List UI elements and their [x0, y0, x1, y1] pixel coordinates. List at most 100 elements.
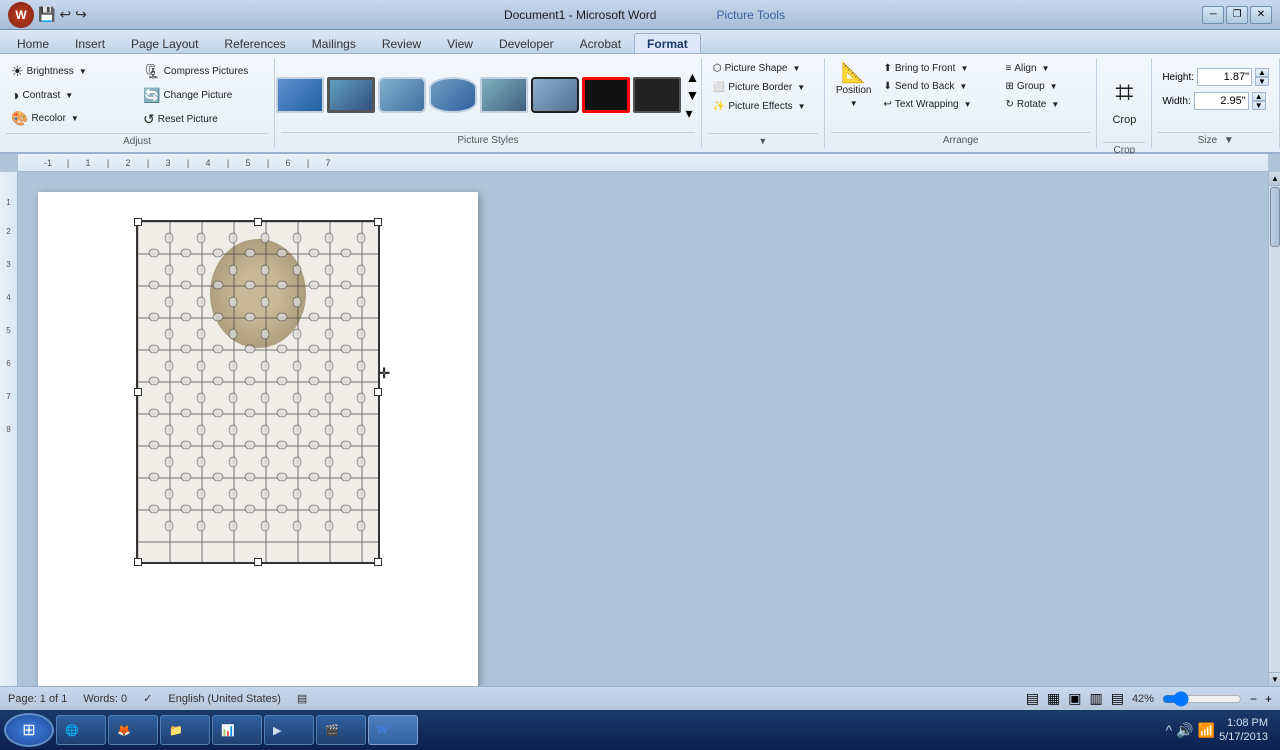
pic-style-5[interactable] — [480, 77, 528, 113]
recolor-btn[interactable]: 🎨 Recolor ▼ — [6, 107, 136, 130]
tab-review[interactable]: Review — [369, 33, 434, 53]
scroll-down-arrow[interactable]: ▼ — [1269, 672, 1280, 686]
volume-icon[interactable]: 🔊 — [1176, 722, 1193, 739]
title-bar: W 💾 ↩ ↪ Document1 - Microsoft Word Pictu… — [0, 0, 1280, 30]
pic-style-4[interactable] — [429, 77, 477, 113]
handle-bl[interactable] — [134, 558, 142, 566]
styles-expand[interactable]: ▾ — [685, 105, 701, 121]
chrome-icon: 🌐 — [65, 724, 79, 737]
reset-picture-btn[interactable]: ↺ Reset Picture — [138, 108, 268, 131]
work-area: -1 | 1 | 2 | 3 | 4 | 5 | 6 | 7 — [0, 154, 1280, 686]
brightness-icon: ☀ — [11, 63, 24, 80]
undo-quick-btn[interactable]: ↩ — [59, 6, 71, 23]
styles-scroll-down[interactable]: ▼ — [685, 87, 701, 103]
change-picture-btn[interactable]: 🔄 Change Picture — [138, 84, 268, 107]
pic-style-2[interactable] — [327, 77, 375, 113]
page-content: ✛ — [18, 172, 1268, 686]
picture-effects-btn[interactable]: ✨ Picture Effects ▼ — [708, 98, 818, 115]
tab-pagelayout[interactable]: Page Layout — [118, 33, 211, 53]
tab-references[interactable]: References — [211, 33, 298, 53]
position-btn[interactable]: 📐 Position ▼ — [831, 60, 877, 111]
picture-border-btn[interactable]: ⬜ Picture Border ▼ — [708, 79, 818, 96]
handle-tc[interactable] — [254, 218, 262, 226]
picture-shape-btn[interactable]: ⬡ Picture Shape ▼ — [708, 60, 818, 77]
tab-insert[interactable]: Insert — [62, 33, 118, 53]
pic-style-7[interactable] — [582, 77, 630, 113]
width-up-btn[interactable]: ▲ — [1252, 92, 1266, 101]
handle-br[interactable] — [374, 558, 382, 566]
pic-style-3[interactable] — [378, 77, 426, 113]
zoom-level: 42% — [1132, 693, 1154, 705]
rotate-btn[interactable]: ↻ Rotate ▼ — [1000, 96, 1090, 113]
view-btn-1[interactable]: ▤ — [1026, 690, 1039, 707]
height-input[interactable] — [1197, 68, 1252, 86]
handle-ml[interactable] — [134, 388, 142, 396]
bring-front-icon: ⬆ — [883, 63, 891, 74]
scroll-thumb[interactable] — [1270, 187, 1280, 247]
group-btn[interactable]: ⊞ Group ▼ — [1000, 78, 1090, 95]
position-icon: 📐 — [841, 63, 866, 83]
change-pic-icon: 🔄 — [143, 87, 160, 104]
tab-format[interactable]: Format — [634, 33, 701, 53]
zoom-out-btn[interactable]: − — [1250, 692, 1257, 706]
tab-developer[interactable]: Developer — [486, 33, 567, 53]
compress-btn[interactable]: 🗜 Compress Pictures — [138, 60, 268, 83]
zoom-slider[interactable] — [1162, 691, 1242, 707]
bring-front-btn[interactable]: ⬆ Bring to Front ▼ — [878, 60, 998, 77]
width-input[interactable] — [1194, 92, 1249, 110]
view-btn-3[interactable]: ▣ — [1068, 690, 1081, 707]
text-wrap-icon: ↩ — [883, 99, 891, 110]
minimize-btn[interactable]: ─ — [1202, 6, 1224, 24]
tab-home[interactable]: Home — [4, 33, 62, 53]
scroll-up-arrow[interactable]: ▲ — [1269, 172, 1280, 186]
save-quick-btn[interactable]: 💾 — [38, 6, 55, 23]
view-btn-4[interactable]: ▥ — [1089, 690, 1102, 707]
tab-acrobat[interactable]: Acrobat — [567, 33, 634, 53]
compress-icon: 🗜 — [143, 63, 161, 80]
view-btn-2[interactable]: ▦ — [1047, 690, 1060, 707]
picture-shape-content: ⬡ Picture Shape ▼ ⬜ Picture Border ▼ ✨ P… — [708, 60, 818, 131]
crop-btn[interactable]: ⌗ Crop — [1103, 60, 1145, 140]
pic-style-8[interactable] — [633, 77, 681, 113]
height-spinners: ▲ ▼ — [1255, 68, 1269, 86]
brightness-btn[interactable]: ☀ Brightness ▼ — [6, 60, 136, 83]
office-button[interactable]: W — [8, 2, 34, 28]
reset-pic-icon: ↺ — [143, 111, 155, 128]
tray-up-arrow[interactable]: ^ — [1166, 722, 1173, 738]
spell-check-icon[interactable]: ✓ — [143, 692, 152, 705]
pic-style-6[interactable] — [531, 77, 579, 113]
start-button[interactable]: ⊞ — [4, 713, 54, 747]
arrange-content: 📐 Position ▼ ⬆ Bring to Front ▼ ⬇ — [831, 60, 1091, 130]
tab-mailings[interactable]: Mailings — [299, 33, 369, 53]
send-back-btn[interactable]: ⬇ Send to Back ▼ — [878, 78, 998, 95]
handle-mr[interactable] — [374, 388, 382, 396]
width-down-btn[interactable]: ▼ — [1252, 101, 1266, 110]
redo-quick-btn[interactable]: ↪ — [75, 6, 87, 23]
title-bar-left: W 💾 ↩ ↪ — [8, 2, 87, 28]
handle-tl[interactable] — [134, 218, 142, 226]
styles-scroll-up[interactable]: ▲ — [685, 69, 701, 85]
height-up-btn[interactable]: ▲ — [1255, 68, 1269, 77]
words-status: Words: 0 — [83, 693, 127, 705]
restore-btn[interactable]: ❐ — [1226, 6, 1248, 24]
contrast-btn[interactable]: ◑ Contrast ▼ — [6, 84, 136, 106]
handle-bc[interactable] — [254, 558, 262, 566]
height-down-btn[interactable]: ▼ — [1255, 77, 1269, 86]
ribbon-group-picture-styles: ▲ ▼ ▾ Picture Styles — [275, 58, 702, 148]
shape-icon: ⬡ — [713, 63, 722, 74]
size-expand-btn[interactable]: ▼ — [1224, 135, 1234, 146]
text-wrapping-btn[interactable]: ↩ Text Wrapping ▼ — [878, 96, 998, 113]
align-btn[interactable]: ≡ Align ▼ — [1000, 60, 1090, 77]
view-btn-5[interactable]: ▤ — [1111, 690, 1124, 707]
page-status: Page: 1 of 1 — [8, 693, 67, 705]
tab-view[interactable]: View — [434, 33, 486, 53]
zoom-in-btn[interactable]: + — [1265, 692, 1272, 706]
image-container[interactable]: ✛ — [138, 222, 378, 562]
close-btn[interactable]: ✕ — [1250, 6, 1272, 24]
ruler-left: 1 2 3 4 5 6 7 8 — [0, 172, 18, 686]
handle-tr[interactable] — [374, 218, 382, 226]
vertical-scrollbar[interactable]: ▲ ▼ — [1268, 172, 1280, 686]
pic-style-1[interactable] — [276, 77, 324, 113]
network-icon[interactable]: 📶 — [1198, 722, 1215, 739]
word-icon: W — [377, 724, 387, 736]
